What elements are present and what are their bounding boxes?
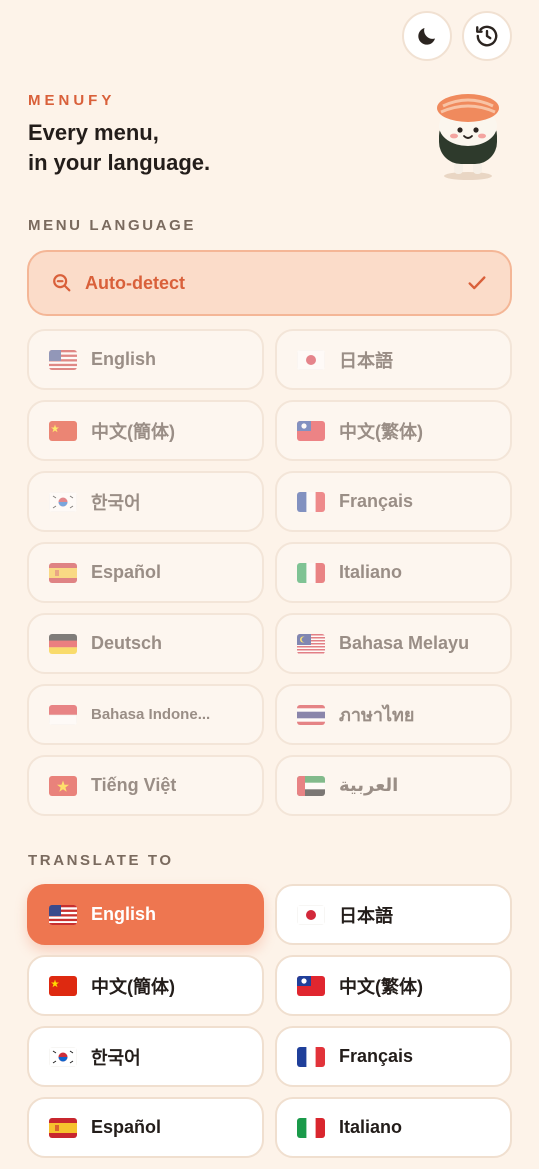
translate-to-option[interactable]: Français (275, 1026, 512, 1087)
flag-us-icon (49, 904, 77, 925)
menu-language-option[interactable]: Español (27, 542, 264, 603)
flag-cn-icon (49, 420, 77, 441)
flag-de-icon (49, 633, 77, 654)
menu-language-option[interactable]: ภาษาไทย (275, 684, 512, 745)
flag-it-icon (297, 1117, 325, 1138)
menu-language-option-label: Bahasa Melayu (339, 633, 470, 653)
translate-to-option[interactable]: 한국어 (27, 1026, 264, 1087)
translate-to-option-label: English (91, 904, 157, 924)
top-toolbar (402, 11, 512, 61)
flag-ae-icon (297, 775, 325, 796)
translate-to-option-label: Français (339, 1046, 414, 1066)
auto-detect-label: Auto-detect (85, 272, 185, 293)
flag-kr-icon (49, 491, 77, 512)
translate-to-option-label: 한국어 (91, 1047, 141, 1068)
menu-language-option[interactable]: Deutsch (27, 613, 264, 674)
history-button[interactable] (462, 11, 512, 61)
menu-language-option[interactable]: العربية (275, 755, 512, 816)
menu-language-label: MENU LANGUAGE (28, 217, 196, 234)
sushi-mascot-image (437, 94, 499, 180)
flag-tw-icon (297, 975, 325, 996)
menu-language-option-label: Español (91, 562, 162, 582)
translate-to-option-label: 中文(繁体) (339, 976, 423, 997)
flag-tw-icon (297, 420, 325, 441)
menu-language-grid: English 日本語中文(簡体) 中文(繁体) 한국어 Français Español… (27, 329, 512, 816)
menu-language-option-label: العربية (339, 775, 399, 795)
translate-to-option[interactable]: 中文(簡体) (27, 955, 264, 1016)
menu-language-option-label: 日本語 (339, 350, 393, 371)
flag-us-icon (49, 349, 77, 370)
translate-to-option[interactable]: 日本語 (275, 884, 512, 945)
menu-language-option[interactable]: Tiếng Việt (27, 755, 264, 816)
flag-jp-icon (297, 349, 325, 370)
translate-to-option[interactable]: English (27, 884, 264, 945)
translate-to-option[interactable]: Italiano (275, 1097, 512, 1158)
menu-language-option-label: English (91, 349, 157, 369)
dark-mode-button[interactable] (402, 11, 452, 61)
flag-my-icon (297, 633, 325, 654)
flag-es-icon (49, 1117, 77, 1138)
menu-language-option-label: Français (339, 491, 414, 511)
menu-language-option-label: Bahasa Indone... (91, 706, 211, 723)
moon-icon (418, 28, 435, 45)
menu-language-option-label: 中文(繁体) (339, 421, 423, 442)
translate-to-label: TRANSLATE TO (28, 852, 174, 869)
history-icon (476, 25, 498, 47)
brand-name: MENUFY (28, 92, 116, 109)
menu-language-option[interactable]: Français (275, 471, 512, 532)
menu-language-option[interactable]: 한국어 (27, 471, 264, 532)
tagline: Every menu, in your language. (28, 118, 210, 178)
translate-to-option-label: 日本語 (339, 905, 393, 926)
tagline-line-1: Every menu, (28, 120, 159, 145)
menu-language-option-label: 中文(簡体) (91, 421, 175, 442)
translate-to-option[interactable]: 中文(繁体) (275, 955, 512, 1016)
flag-fr-icon (297, 491, 325, 512)
flag-th-icon (297, 704, 325, 725)
tagline-line-2: in your language. (28, 150, 211, 175)
menu-language-option-label: Tiếng Việt (91, 775, 177, 795)
flag-kr-icon (49, 1046, 77, 1067)
menu-language-option-label: Deutsch (91, 633, 163, 653)
flag-id-icon (49, 704, 77, 725)
menu-language-option[interactable]: 日本語 (275, 329, 512, 390)
menu-language-option[interactable]: Bahasa Indone... (27, 684, 264, 745)
menu-language-option-label: Italiano (339, 562, 403, 582)
menu-language-option[interactable]: English (27, 329, 264, 390)
checkmark-icon (468, 276, 486, 290)
translate-to-grid: English 日本語中文(簡体) 中文(繁体) 한국어 Français Español… (27, 884, 512, 1158)
auto-detect-option[interactable]: Auto-detect (27, 250, 512, 316)
translate-to-option-label: Italiano (339, 1117, 403, 1137)
flag-it-icon (297, 562, 325, 583)
flag-vn-icon (49, 775, 77, 796)
flag-cn-icon (49, 975, 77, 996)
menu-language-option[interactable]: Italiano (275, 542, 512, 603)
translate-to-option[interactable]: Español (27, 1097, 264, 1158)
search-icon (53, 274, 71, 292)
menu-language-option[interactable]: 中文(繁体) (275, 400, 512, 461)
flag-jp-icon (297, 904, 325, 925)
menu-language-option-label: 한국어 (91, 492, 141, 513)
flag-es-icon (49, 562, 77, 583)
menu-language-option[interactable]: 中文(簡体) (27, 400, 264, 461)
flag-fr-icon (297, 1046, 325, 1067)
menu-language-option-label: ภาษาไทย (339, 705, 415, 725)
translate-to-option-label: 中文(簡体) (91, 976, 175, 997)
translate-to-option-label: Español (91, 1117, 162, 1137)
menu-language-option[interactable]: Bahasa Melayu (275, 613, 512, 674)
